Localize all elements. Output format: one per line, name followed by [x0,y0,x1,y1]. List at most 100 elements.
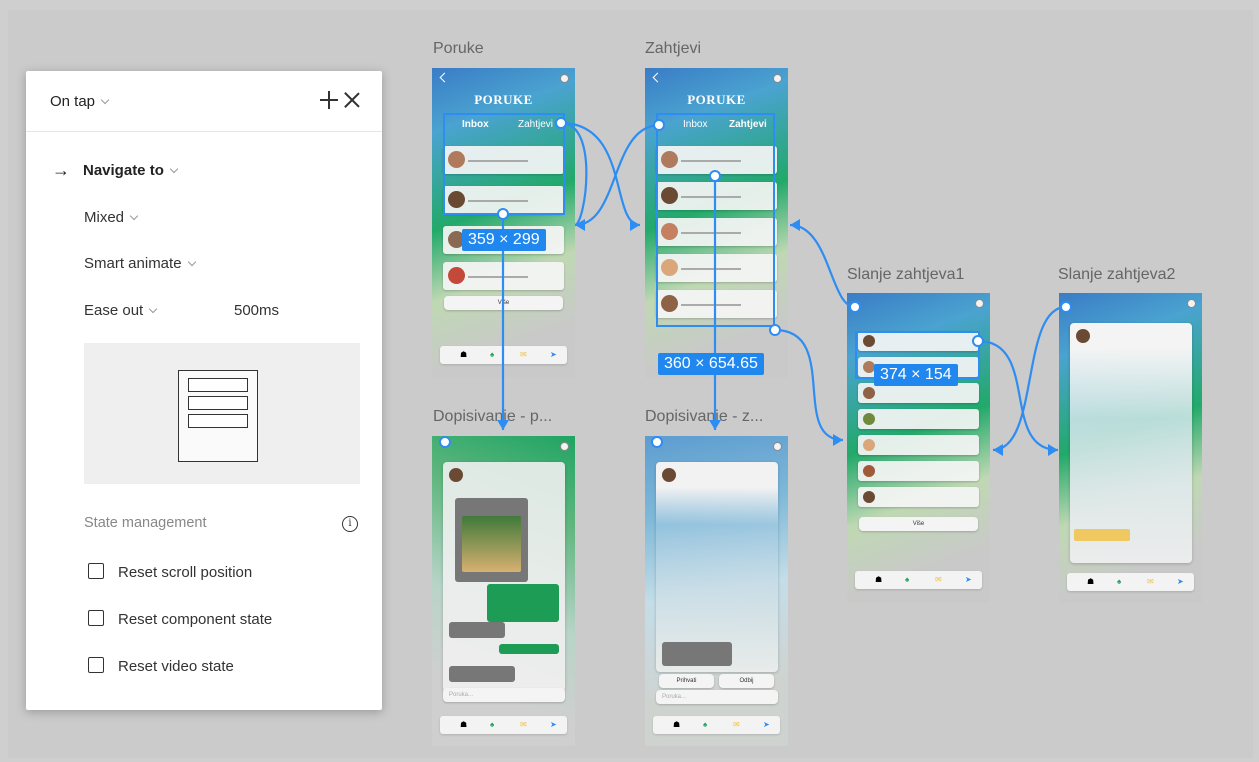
selection-box[interactable] [443,113,565,215]
avatar [448,267,465,284]
frame-title-poruke[interactable]: Poruke [433,40,484,58]
home-icon[interactable]: ☗ [875,575,882,584]
message-input[interactable]: Poruka... [443,688,565,702]
animation-label: Smart animate [84,255,182,272]
connection-handle[interactable] [439,436,451,448]
connection-handle[interactable] [849,301,861,313]
list-item[interactable] [858,435,979,455]
frame-slanje2[interactable]: ☗ ♠ ✉ ➤ [1059,293,1202,603]
menu-dot-icon[interactable] [1187,299,1196,308]
frame-title-dopisivanje-p[interactable]: Dopisivanje - p... [433,408,552,426]
connection-handle[interactable] [1060,301,1072,313]
easing-dropdown[interactable]: Ease out [84,302,158,319]
phone-heading: PORUKE [687,92,746,107]
connection-handle[interactable] [555,117,567,129]
reset-component-checkbox[interactable]: Reset component state [88,610,272,628]
person-icon[interactable]: ♠ [490,350,494,359]
frame-title-slanje2[interactable]: Slanje zahtjeva2 [1058,266,1175,284]
connection-handle[interactable] [651,436,663,448]
frame-dopisivanje-z[interactable]: Prihvati Odbij Poruka... ☗ ♠ ✉ ➤ [645,436,788,746]
list-item[interactable] [858,461,979,481]
list-item[interactable] [858,383,979,403]
dog-image [462,516,521,572]
person-icon[interactable]: ♠ [1117,577,1121,586]
mail-icon[interactable]: ✉ [520,350,527,359]
list-item[interactable] [858,487,979,507]
message-input[interactable]: Poruka... [656,690,778,704]
mail-icon[interactable]: ✉ [1147,577,1154,586]
connection-handle[interactable] [769,324,781,336]
avatar [863,413,875,425]
frame-title-dopisivanje-z[interactable]: Dopisivanje - z... [645,408,763,426]
menu-dot-icon[interactable] [975,299,984,308]
checkbox-label: Reset video state [118,658,234,675]
avatar [449,468,463,482]
checkbox-box[interactable] [88,657,104,674]
chevron-down-icon [169,164,179,174]
connection-handle[interactable] [709,170,721,182]
home-icon[interactable]: ☗ [1087,577,1094,586]
person-icon[interactable]: ♠ [905,575,909,584]
message-bubble [662,642,732,666]
emoji-row[interactable] [1074,529,1130,541]
plus-icon[interactable] [318,89,340,111]
frame-dopisivanje-p[interactable]: Poruka... ☗ ♠ ✉ ➤ [432,436,575,746]
back-icon[interactable] [652,72,663,83]
trigger-label: On tap [50,93,96,110]
menu-dot-icon[interactable] [773,74,782,83]
message-bubble [499,644,559,654]
animation-preview [84,343,360,484]
state-management-label: State management [84,515,207,531]
home-icon[interactable]: ☗ [460,720,467,729]
close-icon[interactable] [341,89,363,111]
checkbox-box[interactable] [88,610,104,627]
menu-dot-icon[interactable] [773,442,782,451]
action-dropdown[interactable]: Navigate to [83,162,179,179]
bottom-nav: ☗ ♠ ✉ ➤ [653,716,780,734]
reject-button[interactable]: Odbij [719,674,774,688]
home-icon[interactable]: ☗ [673,720,680,729]
destination-dropdown[interactable]: Mixed [84,209,139,226]
accept-button[interactable]: Prihvati [659,674,714,688]
connection-handle[interactable] [497,208,509,220]
list-item[interactable] [858,409,979,429]
preview-bar [188,414,248,428]
send-icon[interactable]: ➤ [965,575,972,584]
animation-dropdown[interactable]: Smart animate [84,255,196,272]
avatar [662,468,676,482]
back-icon[interactable] [439,72,450,83]
send-icon[interactable]: ➤ [1177,577,1184,586]
reset-video-checkbox[interactable]: Reset video state [88,657,234,675]
more-button[interactable]: Više [444,296,563,310]
home-icon[interactable]: ☗ [460,350,467,359]
send-icon[interactable]: ➤ [550,720,557,729]
person-icon[interactable]: ♠ [703,720,707,729]
trigger-dropdown[interactable]: On tap [50,93,110,110]
chevron-down-icon [187,257,196,267]
frame-title-zahtjevi[interactable]: Zahtjevi [645,40,701,58]
checkbox-box[interactable] [88,563,104,580]
avatar [863,465,875,477]
connection-handle[interactable] [653,119,665,131]
selection-box[interactable] [656,113,775,327]
preview-bar [188,396,248,410]
reset-scroll-checkbox[interactable]: Reset scroll position [88,563,252,581]
duration-input[interactable]: 500ms [234,302,279,319]
bottom-nav: ☗ ♠ ✉ ➤ [440,346,567,364]
action-label: Navigate to [83,162,164,179]
menu-dot-icon[interactable] [560,442,569,451]
avatar [863,439,875,451]
connection-handle[interactable] [972,335,984,347]
mail-icon[interactable]: ✉ [733,720,740,729]
send-icon[interactable]: ➤ [763,720,770,729]
send-icon[interactable]: ➤ [550,350,557,359]
person-icon[interactable]: ♠ [490,720,494,729]
interaction-panel: On tap → Navigate to Mixed Smart animate… [26,71,382,710]
menu-dot-icon[interactable] [560,74,569,83]
mail-icon[interactable]: ✉ [520,720,527,729]
frame-title-slanje1[interactable]: Slanje zahtjeva1 [847,266,964,284]
mail-icon[interactable]: ✉ [935,575,942,584]
info-icon[interactable]: i [342,516,358,532]
list-item[interactable] [443,262,564,290]
more-button[interactable]: Više [859,517,978,531]
